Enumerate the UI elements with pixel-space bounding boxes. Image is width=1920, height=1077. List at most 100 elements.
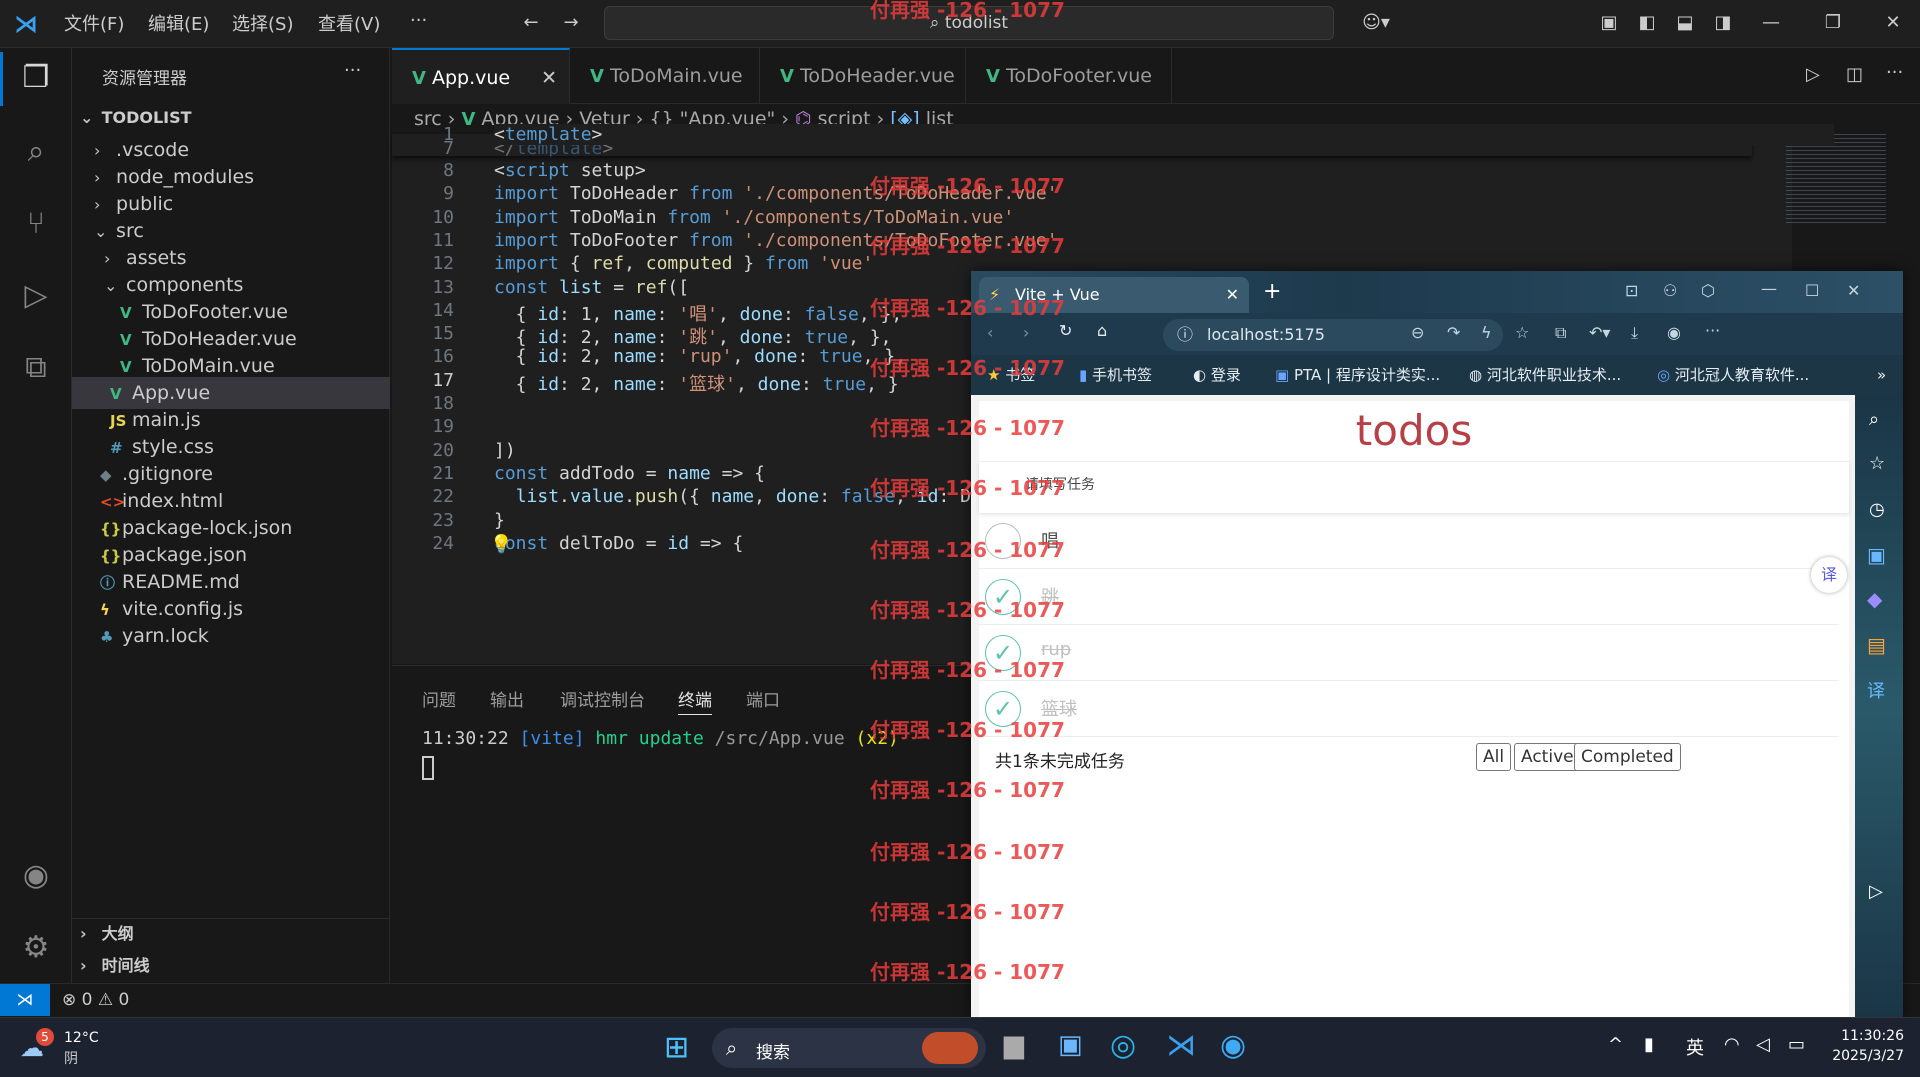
share-icon[interactable]: ↷ [1447,323,1460,342]
undo-icon[interactable]: ↶▾ [1589,323,1610,342]
menu-selection[interactable]: 选择(S) [232,10,293,36]
toggle-panel-icon[interactable]: ⬓ [1674,12,1696,34]
tab-todofooter-vue[interactable]: V ToDoFooter.vue [966,48,1172,104]
bookmark-item[interactable]: ◎ 河北冠人教育软件... [1657,355,1809,395]
explorer-more-button[interactable]: ··· [344,60,361,81]
problems-status[interactable]: ⊗ 0 ⚠ 0 [62,984,129,1016]
lightning-icon[interactable]: ϟ [1481,323,1492,342]
todo-item[interactable]: ✓ rup [979,625,1839,681]
tab-ports[interactable]: 端口 [746,686,780,711]
ime-indicator[interactable]: 英 [1686,1034,1704,1060]
filter-active-button[interactable]: Active [1514,743,1581,771]
tree-item[interactable]: ♣ yarn.lock [72,620,390,652]
lightbulb-icon[interactable]: 💡 [490,534,512,555]
tab-terminal[interactable]: 终端 [678,686,712,715]
todo-item[interactable]: 唱 [979,513,1839,569]
browser-icon[interactable]: ◉ [1220,1028,1246,1063]
new-tab-icon[interactable]: + [1263,279,1281,304]
timeline-section[interactable]: › 时间线 [72,950,390,982]
workspace-root[interactable]: ⌄ TODOLIST [72,102,390,134]
search-icon[interactable]: ⌕ [14,130,58,174]
account-icon[interactable]: ◉ [14,854,58,898]
game-icon[interactable]: ◆ [1867,587,1882,611]
bookmark-item[interactable]: ◍ 河北软件职业技术... [1469,355,1621,395]
back-icon[interactable]: ‹ [987,323,993,342]
run-icon[interactable]: ▷ [1806,64,1820,85]
bookmark-item[interactable]: ◐ 登录 [1193,355,1241,395]
chevron-up-icon[interactable]: ^ [1608,1034,1623,1055]
copilot-icon[interactable]: ☺▾ [1356,12,1396,34]
maximize-icon[interactable]: ☐ [1805,281,1819,300]
incognito-icon[interactable]: ⚇ [1663,281,1677,300]
source-control-icon[interactable]: ⑂ [14,202,58,246]
customize-layout-icon[interactable]: ▣ [1598,12,1620,34]
tab-debug-console[interactable]: 调试控制台 [560,686,645,711]
favorite-star-icon[interactable]: ☆ [1515,323,1529,342]
battery-icon[interactable]: ▭ [1788,1034,1805,1055]
menu-edit[interactable]: 编辑(E) [148,10,209,36]
download-icon[interactable]: ⤓ [1631,323,1638,343]
close-window-icon[interactable]: ✕ [1882,12,1904,34]
filter-completed-button[interactable]: Completed [1574,743,1681,771]
todo-item[interactable]: ✓ 篮球 [979,681,1839,737]
minimize-icon[interactable]: — [1761,279,1777,298]
extensions-icon[interactable]: ⧉ [14,346,58,390]
file-explorer-icon[interactable]: ▆ [1004,1030,1024,1060]
menu-file[interactable]: 文件(F) [64,10,124,36]
close-tab-icon[interactable]: ✕ [541,50,557,106]
forward-icon[interactable]: › [1023,323,1029,342]
tab-app-vue[interactable]: V App.vue ✕ [392,48,570,104]
toggle-secondary-sidebar-icon[interactable]: ◨ [1712,12,1734,34]
extension-icon[interactable]: ⬡ [1701,281,1715,300]
close-tab-icon[interactable]: ✕ [1226,277,1239,313]
editor-more-icon[interactable]: ··· [1886,62,1903,83]
browser-menu-icon[interactable]: ··· [1705,321,1720,340]
run-debug-icon[interactable]: ▷ [14,274,58,318]
tab-problems[interactable]: 问题 [422,686,456,711]
image-icon[interactable]: ▣ [1867,543,1886,567]
volume-icon[interactable]: ◁ [1756,1034,1770,1055]
pinned-icon[interactable]: ▮ [1644,1034,1654,1055]
reload-icon[interactable]: ↻ [1059,321,1072,340]
search-icon[interactable]: ⌕ [1869,409,1879,430]
tab-todomain-vue[interactable]: V ToDoMain.vue [570,48,760,104]
maximize-icon[interactable]: ❐ [1822,12,1844,34]
zoom-icon[interactable]: ⊖ [1411,323,1424,342]
history-icon[interactable]: ◷ [1869,499,1885,520]
minimize-icon[interactable]: — [1760,12,1782,34]
settings-gear-icon[interactable]: ⚙ [14,926,58,970]
more-bookmarks-icon[interactable]: » [1877,355,1886,395]
explorer-icon[interactable]: ❐ [14,56,58,100]
collapse-sidebar-icon[interactable]: ▷ [1869,881,1883,902]
split-editor-icon[interactable]: ◫ [1846,64,1863,85]
back-arrow-icon[interactable]: ← [520,12,542,34]
windows-start-icon[interactable]: ⊞ [664,1030,689,1065]
toggle-sidebar-icon[interactable]: ◧ [1636,12,1658,34]
outline-section[interactable]: › 大纲 [72,918,390,950]
forward-arrow-icon[interactable]: → [560,12,582,34]
tab-output[interactable]: 输出 [490,686,524,711]
star-icon[interactable]: ☆ [1869,453,1885,474]
taskbar-search[interactable]: ⌕ 搜索 [712,1028,986,1068]
remote-icon[interactable]: ⋊ [0,984,50,1016]
terminal-output[interactable]: 11:30:22 [vite] hmr update /src/App.vue … [422,728,899,749]
filter-all-button[interactable]: All [1476,743,1512,771]
new-todo-input[interactable]: 请填写任务 [979,461,1849,513]
translate-icon[interactable]: 译 [1867,677,1885,703]
menu-view[interactable]: 查看(V) [318,10,380,36]
weather-widget[interactable]: ☁ 5 12°C 阴 [20,1028,140,1068]
translate-float-icon[interactable]: 译 [1811,557,1847,593]
extensions-icon[interactable]: ⧉ [1555,323,1566,343]
briefcase-icon[interactable]: ▤ [1867,633,1886,657]
tab-search-icon[interactable]: ⊡ [1625,281,1638,300]
menu-more[interactable]: ··· [410,10,427,31]
tab-todoheader-vue[interactable]: V ToDoHeader.vue [760,48,966,104]
clock-date[interactable]: 2025/3/27 [1824,1048,1904,1064]
wifi-icon[interactable]: ◠ [1724,1034,1740,1055]
profile-icon[interactable]: ◉ [1667,323,1681,342]
minimap[interactable] [1786,134,1886,224]
clock-time[interactable]: 11:30:26 [1838,1028,1904,1044]
home-icon[interactable]: ⌂ [1097,321,1107,340]
todo-item[interactable]: ✓ 跳 [979,569,1839,625]
bookmark-item[interactable]: ▣ PTA | 程序设计类实... [1275,355,1440,395]
